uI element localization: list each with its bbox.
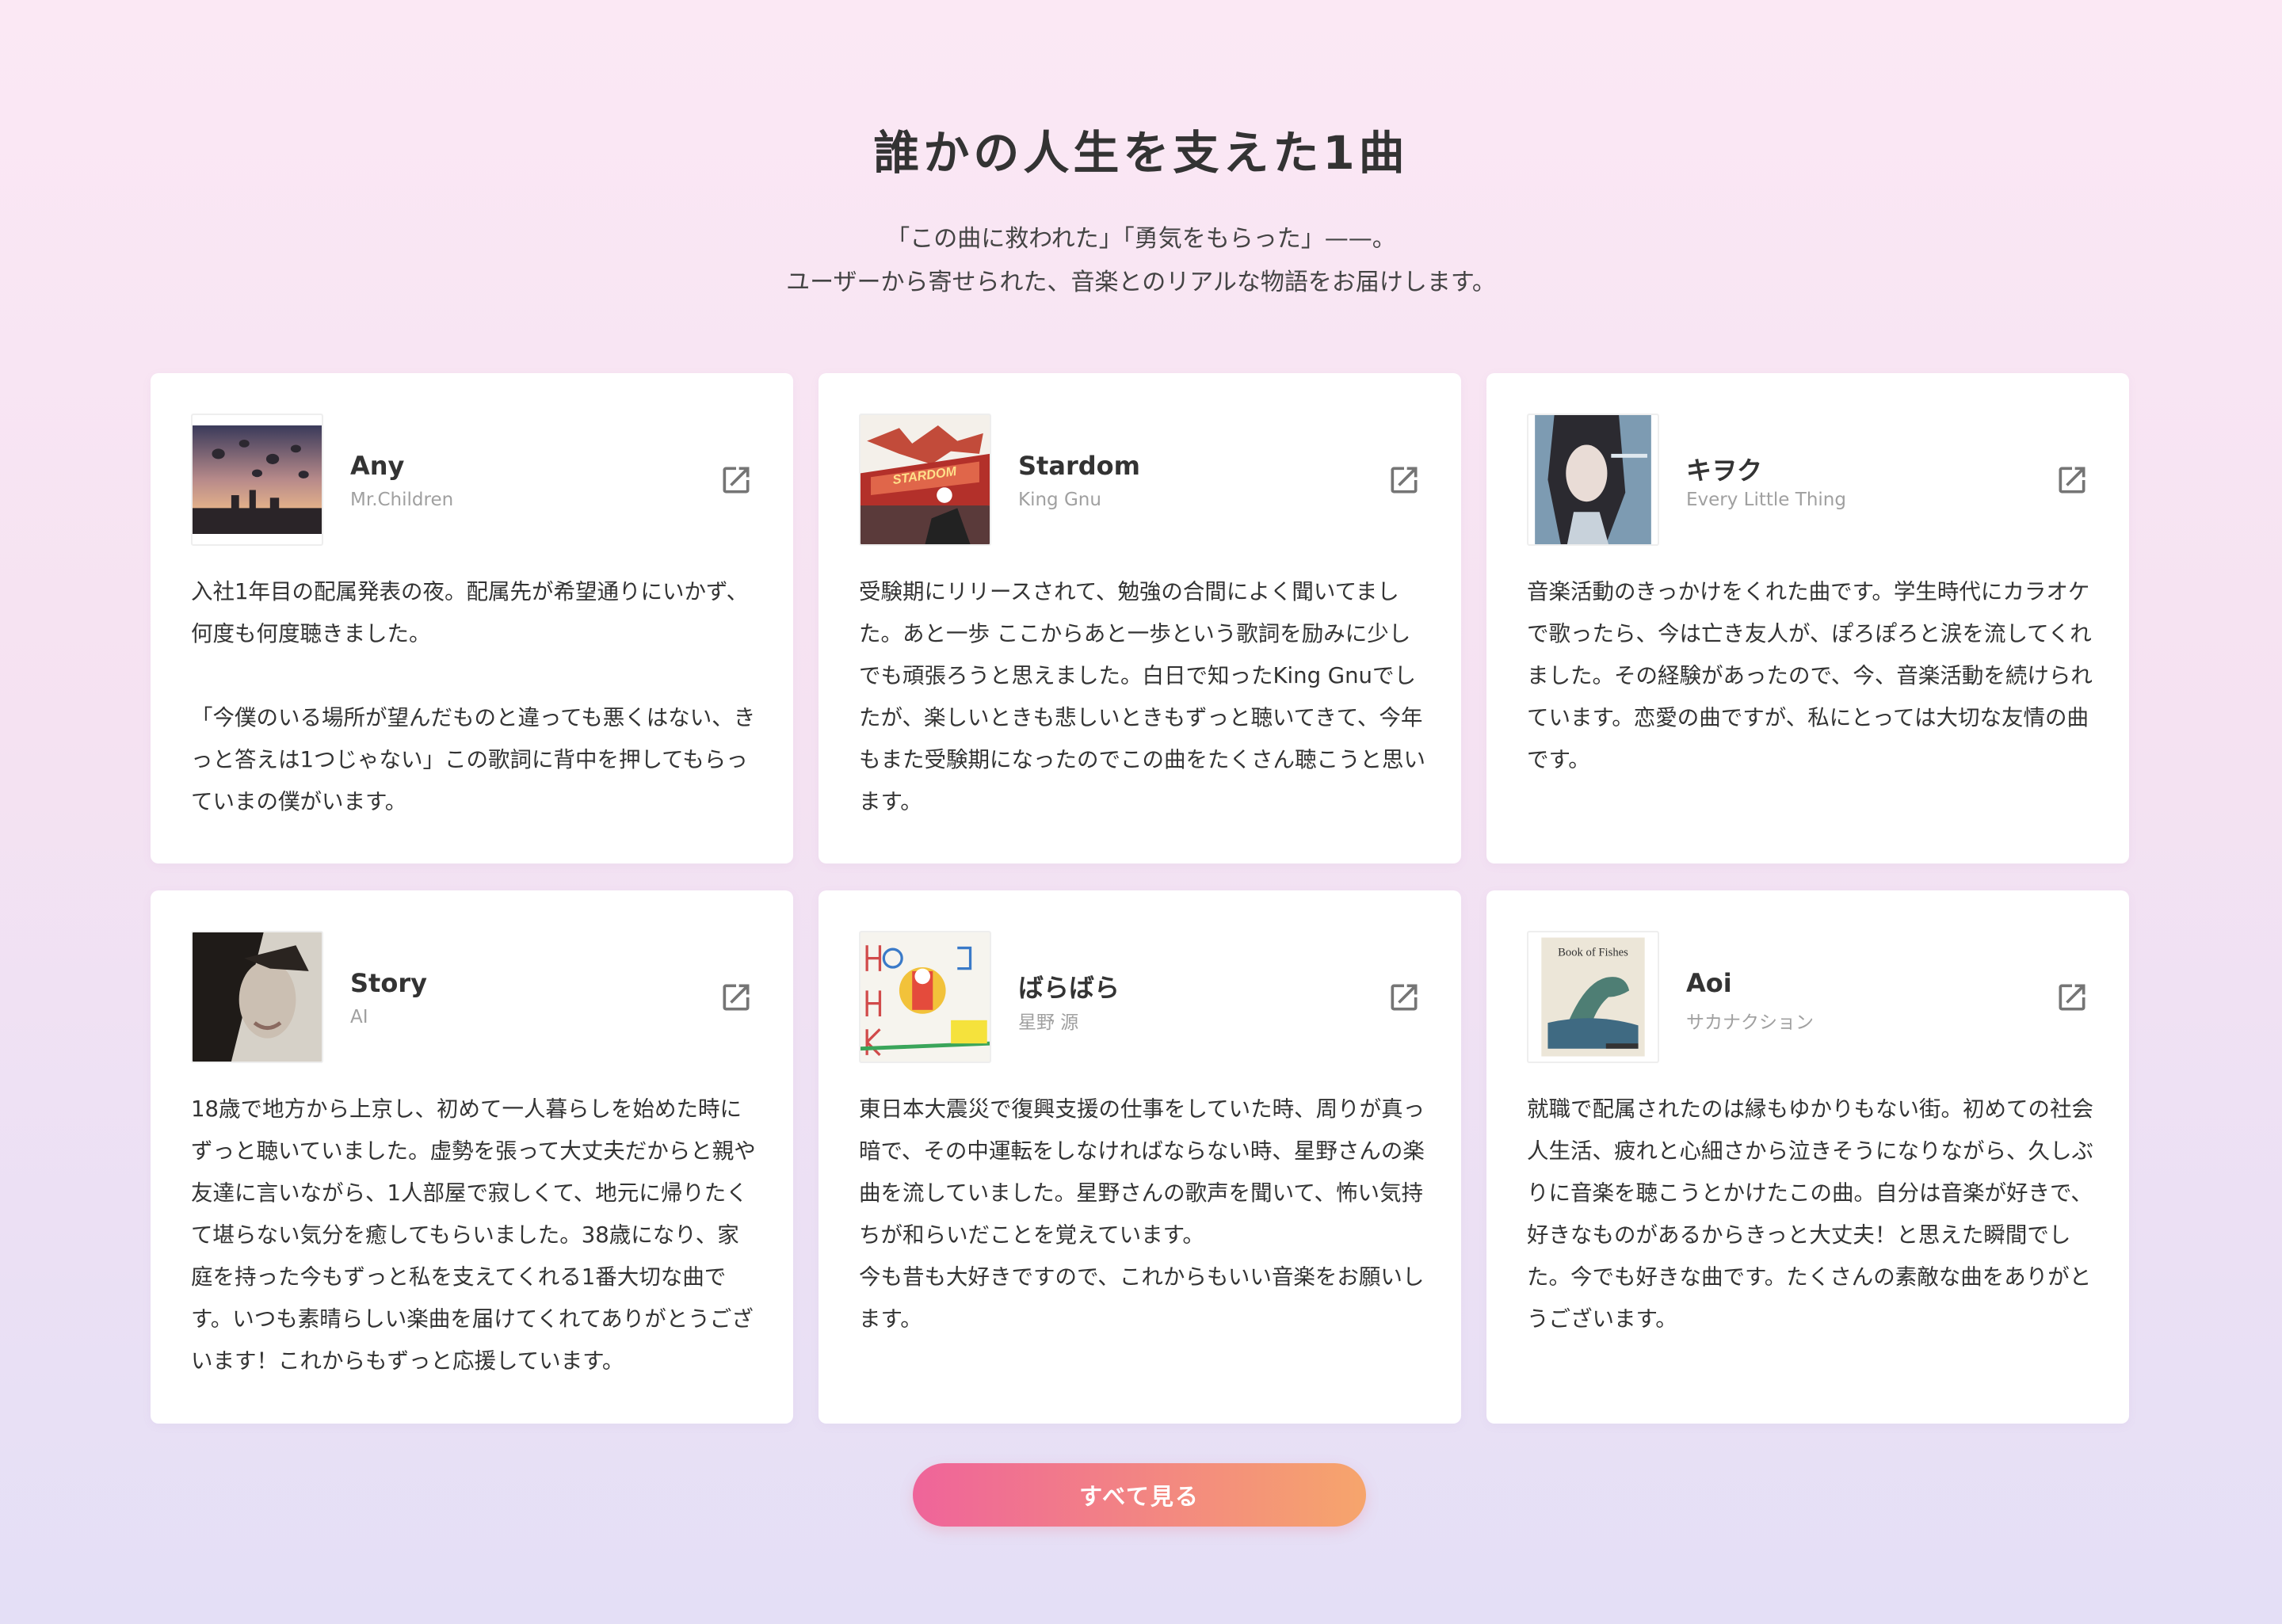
hand-drawn-cover [861, 932, 990, 1062]
song-title: Any [350, 451, 405, 481]
subtitle-line-1: 「この曲に救われた」「勇気をもらった」——。 [886, 225, 1396, 253]
city-sunset-cover [193, 415, 322, 544]
card-header: Book of Fishes Aoi サカナクション [1527, 931, 2089, 1063]
story-text: 東日本大震災で復興支援の仕事をしていた時、周りが真っ暗で、その中運転をしなければ… [859, 1096, 1425, 1332]
artist-name: Every Little Thing [1686, 490, 1846, 510]
card-header: STARDOM Stardom King Gnu [859, 414, 1421, 546]
subtitle-line-2: ユーザーから寄せられた、音楽とのリアルな物語をお届けします。 [786, 269, 1496, 296]
song-title: Stardom [1018, 451, 1140, 481]
album-cover-stardom[interactable]: STARDOM [859, 414, 991, 546]
card-header: Any Mr.Children [191, 414, 754, 546]
story-text: 入社1年目の配属発表の夜。配属先が希望通りにいかず、何度も何度聴きました。 「今… [191, 579, 756, 814]
song-title: キヲク [1686, 456, 1763, 486]
album-cover-any[interactable] [191, 414, 323, 546]
page-title: 誰かの人生を支えた1曲 [873, 126, 1409, 180]
story-text: 音楽活動のきっかけをくれた曲です。学生時代にカラオケで歌ったら、今は亡き友人が、… [1527, 579, 2093, 772]
artist-name: AI [350, 1007, 368, 1027]
album-cover-kiwoku[interactable] [1527, 414, 1659, 546]
external-link-icon[interactable] [1387, 463, 1421, 497]
external-link-icon[interactable] [1387, 980, 1421, 1015]
album-cover-aoi[interactable]: Book of Fishes [1527, 931, 1659, 1063]
artist-name: Mr.Children [350, 490, 454, 510]
portrait-sepia-cover [193, 932, 322, 1062]
song-title: Story [350, 968, 427, 998]
stardom-ship-cover: STARDOM [861, 415, 990, 544]
story-card: STARDOM Stardom King Gnu 受験期にリリースされて、勉強の… [819, 373, 1461, 863]
portrait-blue-cover [1528, 415, 1658, 544]
card-header: ばらばら 星野 源 [859, 931, 1421, 1063]
artist-name: King Gnu [1018, 490, 1101, 510]
album-cover-story[interactable] [191, 931, 323, 1063]
card-header: キヲク Every Little Thing [1527, 414, 2089, 546]
external-link-icon[interactable] [2055, 980, 2089, 1015]
external-link-icon[interactable] [2055, 463, 2089, 497]
story-card: Book of Fishes Aoi サカナクション 就職で配属されたのは縁もゆ… [1486, 890, 2129, 1424]
story-text: 18歳で地方から上京し、初めて一人暮らしを始めた時にずっと聴いていました。虚勢を… [191, 1096, 756, 1374]
artist-name: 星野 源 [1018, 1012, 1079, 1033]
story-text: 受験期にリリースされて、勉強の合間によく聞いてました。あと一歩 ここからあと一歩… [859, 579, 1425, 814]
artist-name: サカナクション [1686, 1012, 1814, 1033]
section-header: 誰かの人生を支えた1曲 「この曲に救われた」「勇気をもらった」——。 ユーザーか… [0, 119, 2282, 304]
album-cover-barabara[interactable] [859, 931, 991, 1063]
story-card: ばらばら 星野 源 東日本大震災で復興支援の仕事をしていた時、周りが真っ暗で、そ… [819, 890, 1461, 1424]
see-all-button[interactable]: すべて見る [913, 1463, 1366, 1527]
external-link-icon[interactable] [719, 980, 754, 1015]
story-text: 就職で配属されたのは縁もゆかりもない街。初めての社会人生活、疲れと心細さから泣き… [1527, 1096, 2093, 1332]
svg-text:Book of Fishes: Book of Fishes [1558, 946, 1628, 959]
external-link-icon[interactable] [719, 463, 754, 497]
book-of-fishes-cover: Book of Fishes [1528, 932, 1658, 1062]
story-card: Story AI 18歳で地方から上京し、初めて一人暮らしを始めた時にずっと聴い… [151, 890, 793, 1424]
section-subtitle: 「この曲に救われた」「勇気をもらった」——。 ユーザーから寄せられた、音楽とのリ… [0, 217, 2282, 304]
card-header: Story AI [191, 931, 754, 1063]
story-card: キヲク Every Little Thing 音楽活動のきっかけをくれた曲です。… [1486, 373, 2129, 863]
story-card: Any Mr.Children 入社1年目の配属発表の夜。配属先が希望通りにいか… [151, 373, 793, 863]
song-title: Aoi [1686, 968, 1732, 998]
song-title: ばらばら [1018, 973, 1120, 1003]
